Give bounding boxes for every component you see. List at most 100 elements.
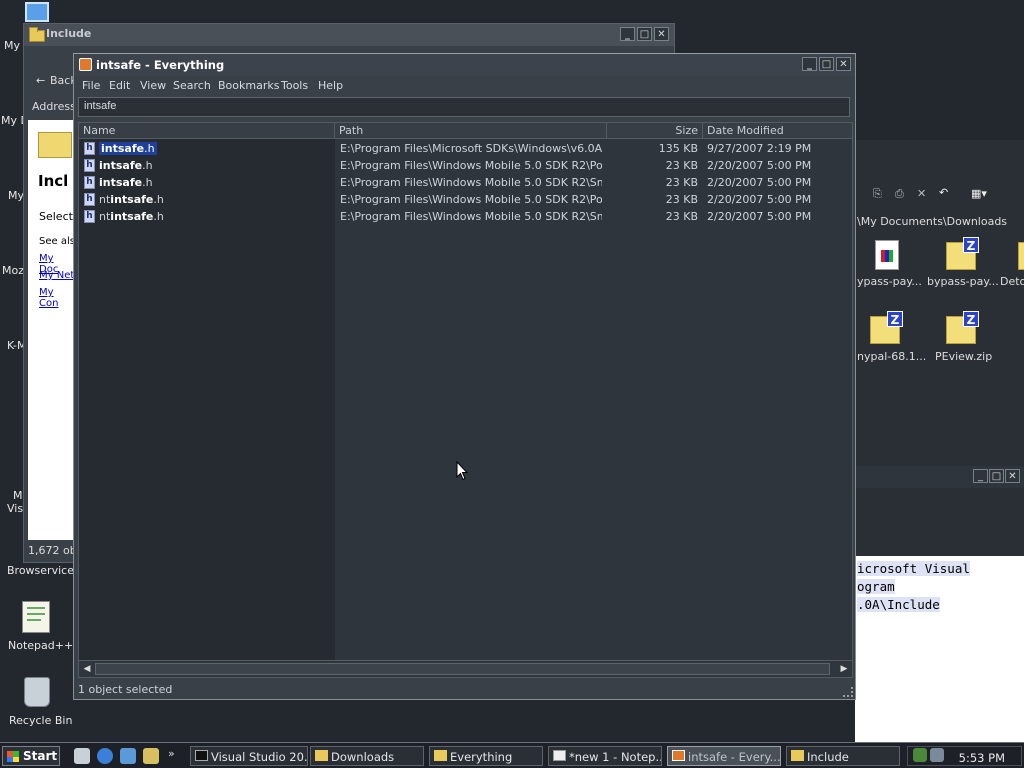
- results-list[interactable]: Name Path Size Date Modified h intsafe.h E…: [78, 122, 853, 678]
- file-label[interactable]: Deto: [1000, 275, 1024, 288]
- name-match-highlight: intsafe: [110, 210, 154, 223]
- menu-view[interactable]: View: [140, 79, 166, 92]
- desktop-icon-label[interactable]: Recycle Bin: [9, 714, 72, 727]
- result-row[interactable]: h ntintsafe.h E:\Program Files\Windows Mob…: [79, 208, 852, 225]
- result-size: 23 KB: [665, 176, 698, 189]
- close-button[interactable]: ✕: [654, 27, 669, 41]
- taskbar-item-intsafe-everything[interactable]: intsafe - Every...: [667, 746, 781, 766]
- include-titlebar[interactable]: Include _ □ ✕: [24, 24, 674, 46]
- console-icon: [195, 750, 208, 761]
- quick-launch-overflow-icon[interactable]: »: [168, 747, 175, 760]
- result-name[interactable]: intsafe.h: [99, 159, 153, 172]
- column-header-size[interactable]: Size: [607, 123, 703, 139]
- minimize-button[interactable]: _: [802, 57, 817, 71]
- result-name[interactable]: intsafe.h: [99, 176, 153, 189]
- search-icon[interactable]: [143, 748, 159, 764]
- everything-app-icon: [672, 750, 685, 761]
- copy-to-icon[interactable]: ⎙: [895, 187, 904, 201]
- search-input[interactable]: intsafe: [78, 97, 850, 117]
- taskbar-item-notepad[interactable]: *new 1 - Notep...: [548, 746, 662, 766]
- internet-explorer-icon[interactable]: [97, 748, 113, 764]
- notepadpp-icon[interactable]: [22, 601, 50, 633]
- downloads-window: ⎘ ⎙ ✕ ↶ ▦▾ \My Documents\Downloads ypass…: [855, 140, 1024, 470]
- desktop-icon-label[interactable]: My: [8, 189, 24, 202]
- result-row[interactable]: h intsafe.h E:\Program Files\Windows Mobil…: [79, 157, 852, 174]
- desktop-icon-label[interactable]: Browservice: [7, 564, 74, 577]
- column-header-path[interactable]: Path: [335, 123, 607, 139]
- menu-search[interactable]: Search: [173, 79, 211, 92]
- notepad-titlebar[interactable]: _ □ ✕: [855, 466, 1024, 488]
- file-label[interactable]: PEview.zip: [935, 350, 992, 363]
- my-network-link[interactable]: My Net: [39, 270, 74, 281]
- menu-edit[interactable]: Edit: [109, 79, 130, 92]
- desktop-icon-label[interactable]: Vis: [7, 502, 23, 515]
- my-computer-icon[interactable]: [25, 2, 49, 22]
- file-label[interactable]: ypass-pay...: [857, 275, 922, 288]
- everything-titlebar[interactable]: intsafe - Everything _ □ ✕: [74, 54, 855, 76]
- taskbar-item-include[interactable]: Include: [786, 746, 900, 766]
- downloads-address[interactable]: \My Documents\Downloads: [857, 215, 1007, 228]
- notepad-text-line[interactable]: .0A\Include: [857, 597, 940, 612]
- zip-icon[interactable]: Z: [946, 311, 979, 344]
- result-size: 23 KB: [665, 193, 698, 206]
- maximize-button[interactable]: □: [637, 27, 652, 41]
- result-date: 2/20/2007 5:00 PM: [707, 176, 812, 189]
- file-icon[interactable]: [875, 240, 899, 270]
- file-label[interactable]: bypass-pay...: [927, 275, 999, 288]
- result-name[interactable]: intsafe.h: [99, 142, 157, 155]
- menu-bookmarks[interactable]: Bookmarks: [218, 79, 279, 92]
- close-button[interactable]: ✕: [836, 57, 851, 71]
- notepad-text-line[interactable]: icrosoft Visual: [857, 561, 970, 576]
- resize-grip-icon[interactable]: [843, 687, 853, 697]
- windows-media-icon[interactable]: [120, 748, 136, 764]
- my-computer-link[interactable]: My Con: [39, 287, 76, 309]
- taskbar-item-everything[interactable]: Everything: [429, 746, 543, 766]
- taskbar-item-visual-studio[interactable]: Visual Studio 20...: [190, 746, 308, 766]
- maximize-button[interactable]: □: [819, 57, 834, 71]
- delete-icon[interactable]: ✕: [917, 187, 926, 200]
- name-prefix: nt: [99, 210, 111, 223]
- tray-network-icon[interactable]: [930, 748, 944, 762]
- desktop-icon-label[interactable]: M: [13, 489, 23, 502]
- scroll-left-icon[interactable]: ◀: [80, 662, 94, 676]
- maximize-button[interactable]: □: [989, 469, 1004, 483]
- result-name[interactable]: ntintsafe.h: [99, 210, 164, 223]
- desktop-icon-label[interactable]: Notepad++: [8, 639, 73, 652]
- views-icon[interactable]: ▦▾: [971, 187, 987, 200]
- file-label[interactable]: nypal-68.1...: [857, 350, 926, 363]
- scroll-right-icon[interactable]: ▶: [837, 662, 851, 676]
- result-name[interactable]: ntintsafe.h: [99, 193, 164, 206]
- undo-icon[interactable]: ↶: [939, 186, 948, 199]
- header-file-icon: h: [84, 193, 95, 206]
- status-bar: 1 object selected: [78, 683, 173, 696]
- menu-help[interactable]: Help: [318, 79, 343, 92]
- downloads-toolbar: ⎘ ⎙ ✕ ↶ ▦▾: [855, 184, 1024, 206]
- menu-file[interactable]: File: [82, 79, 100, 92]
- header-file-icon: h: [84, 210, 95, 223]
- start-button[interactable]: Start: [2, 746, 60, 766]
- back-arrow-icon[interactable]: ←: [36, 74, 45, 87]
- zip-icon[interactable]: Z: [870, 311, 903, 344]
- move-to-icon[interactable]: ⎘: [873, 187, 882, 201]
- column-header-name[interactable]: Name: [79, 123, 335, 139]
- tray-app-icon[interactable]: [913, 748, 927, 762]
- menu-tools[interactable]: Tools: [281, 79, 308, 92]
- zip-icon[interactable]: [1018, 242, 1024, 270]
- result-row[interactable]: h intsafe.h E:\Program Files\Microsoft SDK…: [79, 140, 852, 157]
- close-button[interactable]: ✕: [1005, 469, 1020, 483]
- recycle-bin-icon[interactable]: [24, 677, 50, 707]
- horizontal-scrollbar[interactable]: ◀ ▶: [79, 660, 852, 677]
- desktop-icon-label[interactable]: My: [4, 39, 20, 52]
- minimize-button[interactable]: _: [620, 27, 635, 41]
- result-row[interactable]: h ntintsafe.h E:\Program Files\Windows Mob…: [79, 191, 852, 208]
- zip-icon[interactable]: Z: [946, 237, 979, 270]
- minimize-button[interactable]: _: [973, 469, 988, 483]
- column-header-date[interactable]: Date Modified: [703, 123, 852, 139]
- scrollbar-thumb[interactable]: [95, 663, 830, 675]
- result-row[interactable]: h intsafe.h E:\Program Files\Windows Mobil…: [79, 174, 852, 191]
- taskbar-item-downloads[interactable]: Downloads: [310, 746, 424, 766]
- notepad-text-line[interactable]: ogram: [857, 579, 895, 594]
- desktop-icon-label[interactable]: Moz: [2, 264, 24, 277]
- show-desktop-icon[interactable]: [74, 748, 90, 764]
- taskbar-item-label: Everything: [450, 750, 513, 764]
